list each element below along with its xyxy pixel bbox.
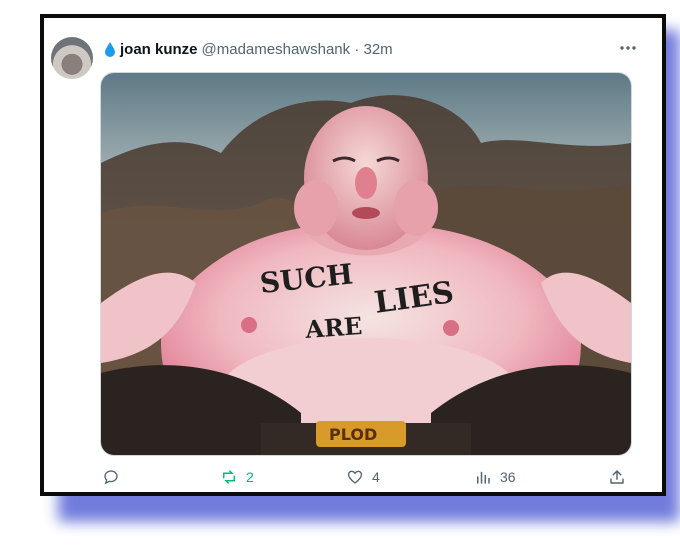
svg-text:PLOD: PLOD <box>329 425 377 444</box>
retweet-button[interactable]: 2 <box>220 468 254 486</box>
post-image-caricature[interactable]: SUCH ARE LIES PLOD <box>100 72 632 456</box>
water-drop-icon <box>105 42 115 57</box>
avatar[interactable] <box>51 37 93 79</box>
post-header: joan kunze @madameshawshank · 32m <box>104 40 393 58</box>
more-horizontal-icon[interactable] <box>618 38 638 58</box>
heart-icon <box>347 470 363 484</box>
views-count: 36 <box>500 469 516 485</box>
author-name[interactable]: joan kunze <box>120 41 198 58</box>
retweet-count: 2 <box>246 469 254 485</box>
reply-icon <box>104 470 118 485</box>
reply-button[interactable] <box>102 468 120 486</box>
retweet-icon <box>223 470 235 484</box>
post-actions: 2 4 36 <box>102 466 632 488</box>
like-button[interactable]: 4 <box>346 468 380 486</box>
bar-chart-icon <box>477 471 490 484</box>
svg-text:ARE: ARE <box>303 311 363 344</box>
views-button[interactable]: 36 <box>474 468 516 486</box>
share-icon <box>610 470 624 484</box>
post-card[interactable]: joan kunze @madameshawshank · 32m SUCH A… <box>40 14 666 496</box>
share-button[interactable] <box>608 468 626 486</box>
author-handle-timestamp[interactable]: @madameshawshank · 32m <box>202 41 393 58</box>
like-count: 4 <box>372 469 380 485</box>
